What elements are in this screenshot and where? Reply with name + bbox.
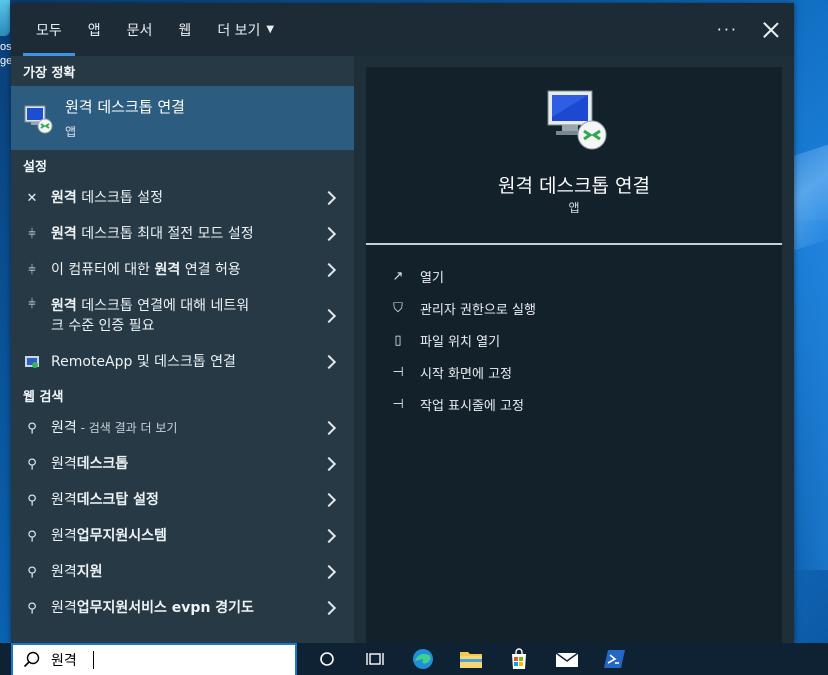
web-search-item[interactable]: ⚲ 원격 - 검색 결과 더 보기 [11, 410, 354, 446]
chevron-right-icon [321, 190, 337, 206]
control-panel-icon: ⫩ [28, 226, 36, 242]
tab-apps[interactable]: 앱 [75, 3, 114, 56]
file-location-icon: ▯ [394, 332, 402, 348]
web-search-item[interactable]: ⚲ 원격지원 [11, 554, 354, 590]
search-icon [23, 651, 41, 669]
search-icon: ⚲ [27, 492, 37, 508]
task-view-icon[interactable] [351, 643, 399, 675]
search-filter-bar: 모두 앱 문서 웹 더 보기 ▼ ··· [11, 3, 794, 56]
remote-desktop-icon [546, 89, 610, 153]
close-icon[interactable] [762, 21, 780, 39]
chevron-right-icon [321, 564, 337, 580]
results-list: 가장 정확 원격 데스크톱 연결 앱 설정 ✕ 원격 데스크톱 설정 ⫩ 원격 … [11, 56, 354, 643]
chevron-right-icon [321, 262, 337, 278]
taskbar-icons [303, 643, 639, 675]
search-input[interactable] [51, 652, 271, 668]
section-header-web: 웹 검색 [23, 389, 64, 405]
best-match-subtitle: 앱 [65, 125, 77, 139]
tab-more[interactable]: 더 보기 ▼ [204, 3, 287, 56]
settings-item[interactable]: ⫩ 원격 데스크톱 연결에 대해 네트워 크 수준 인증 필요 [11, 288, 354, 344]
file-explorer-icon[interactable] [447, 643, 495, 675]
settings-item[interactable]: ⫩ 원격 데스크톱 최대 절전 모드 설정 [11, 216, 354, 252]
more-options-icon[interactable]: ··· [717, 20, 738, 39]
chevron-right-icon [321, 600, 337, 616]
web-search-item[interactable]: ⚲ 원격업무지원시스템 [11, 518, 354, 554]
tab-all[interactable]: 모두 [23, 3, 75, 56]
pin-icon: ⊣ [392, 396, 404, 412]
powershell-icon[interactable] [591, 643, 639, 675]
chevron-right-icon [321, 226, 337, 242]
section-header-best-match: 가장 정확 [23, 65, 76, 81]
preview-pane: 원격 데스크톱 연결 앱 ↗ 열기 ⛉ 관리자 권한으로 실행 ▯ 파일 위치 … [366, 67, 782, 643]
tab-web[interactable]: 웹 [165, 3, 204, 56]
preview-subtitle: 앱 [568, 201, 580, 215]
preview-title: 원격 데스크톱 연결 [498, 175, 650, 197]
search-panel: 모두 앱 문서 웹 더 보기 ▼ ··· 가장 정확 원격 데스크톱 연결 앱 … [11, 3, 794, 643]
chevron-right-icon [321, 420, 337, 436]
search-icon: ⚲ [27, 600, 37, 616]
edge-icon[interactable] [399, 643, 447, 675]
taskbar-search-box[interactable] [11, 643, 297, 675]
settings-item[interactable]: ⫩ 이 컴퓨터에 대한 원격 연결 허용 [11, 252, 354, 288]
search-icon: ⚲ [27, 564, 37, 580]
divider [366, 243, 782, 245]
web-search-item[interactable]: ⚲ 원격데스크탑 설정 [11, 482, 354, 518]
shield-icon: ⛉ [393, 300, 403, 316]
search-icon: ⚲ [27, 420, 37, 436]
remoteapp-icon [21, 354, 43, 370]
web-search-item[interactable]: ⚲ 원격데스크톱 [11, 446, 354, 482]
mail-icon[interactable] [543, 643, 591, 675]
search-icon: ⚲ [27, 528, 37, 544]
best-match-item[interactable]: 원격 데스크톱 연결 앱 [11, 86, 354, 150]
filter-tabs: 모두 앱 문서 웹 더 보기 ▼ [23, 3, 287, 56]
chevron-right-icon [321, 528, 337, 544]
wallpaper-beam [788, 220, 828, 570]
web-search-item[interactable]: ⚲ 원격업무지원서비스 evpn 경기도 [11, 590, 354, 626]
text-cursor [93, 651, 94, 669]
section-header-settings: 설정 [23, 159, 47, 175]
chevron-right-icon [321, 354, 337, 370]
cortana-icon[interactable] [303, 643, 351, 675]
best-match-title: 원격 데스크톱 연결 [65, 98, 185, 116]
action-pin-to-start[interactable]: ⊣ 시작 화면에 고정 [390, 356, 536, 388]
chevron-right-icon [321, 492, 337, 508]
control-panel-icon: ⫩ [28, 262, 36, 278]
chevron-down-icon: ▼ [266, 24, 275, 35]
desktop-app-icon[interactable] [0, 0, 10, 36]
search-icon: ⚲ [27, 456, 37, 472]
action-open[interactable]: ↗ 열기 [390, 260, 536, 292]
preview-actions: ↗ 열기 ⛉ 관리자 권한으로 실행 ▯ 파일 위치 열기 ⊣ 시작 화면에 고… [390, 260, 536, 420]
settings-item[interactable]: RemoteApp 및 데스크톱 연결 [11, 344, 354, 380]
settings-item[interactable]: ✕ 원격 데스크톱 설정 [11, 180, 354, 216]
action-run-as-admin[interactable]: ⛉ 관리자 권한으로 실행 [390, 292, 536, 324]
action-open-file-location[interactable]: ▯ 파일 위치 열기 [390, 324, 536, 356]
chevron-right-icon [321, 308, 337, 324]
tab-documents[interactable]: 문서 [114, 3, 166, 56]
top-actions: ··· [717, 3, 780, 56]
control-panel-icon: ⫩ [28, 297, 36, 312]
open-icon: ↗ [392, 268, 404, 284]
action-pin-to-taskbar[interactable]: ⊣ 작업 표시줄에 고정 [390, 388, 536, 420]
pin-icon: ⊣ [392, 364, 404, 380]
remote-desktop-icon [23, 102, 55, 134]
chevron-right-icon [321, 456, 337, 472]
remote-settings-icon: ✕ [26, 190, 38, 206]
store-icon[interactable] [495, 643, 543, 675]
